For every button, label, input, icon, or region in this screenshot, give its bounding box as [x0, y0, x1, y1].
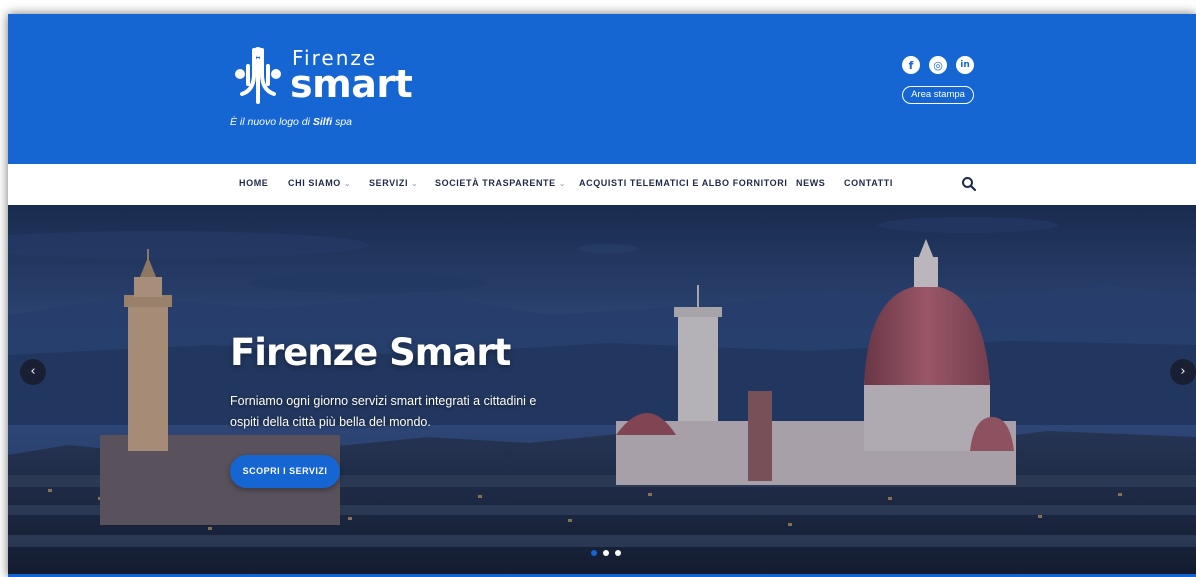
site-logo[interactable]: Firenze smart È il nuovo logo di Silfi s…	[228, 44, 428, 130]
instagram-icon[interactable]: ◎	[929, 56, 947, 74]
discover-services-button[interactable]: SCOPRI I SERVIZI	[230, 455, 340, 488]
nav-label: HOME	[239, 178, 269, 188]
logo-brand-text: smart	[290, 62, 413, 106]
browser-page: Firenze smart È il nuovo logo di Silfi s…	[8, 14, 1196, 577]
main-navigation: HOME CHI SIAMO ⌄ SERVIZI ⌄ SOCIETÀ TRASPAR…	[8, 164, 1196, 205]
press-area-button[interactable]: Area stampa	[902, 86, 974, 104]
chevron-down-icon: ⌄	[558, 179, 567, 188]
chevron-down-icon: ⌄	[411, 179, 419, 188]
nav-item-contatti[interactable]: CONTATTI	[844, 178, 893, 188]
hero-slider: Firenze Smart Forniamo ogni giorno servi…	[8, 205, 1196, 577]
nav-label: SOCIETÀ TRASPARENTE	[435, 178, 556, 188]
slider-dot[interactable]	[591, 550, 597, 556]
slider-dot-active[interactable]	[603, 550, 609, 556]
tagline-company: Silfi	[312, 116, 333, 128]
nav-item-chi-siamo[interactable]: CHI SIAMO ⌄	[288, 178, 351, 188]
search-icon[interactable]	[961, 176, 977, 192]
nav-item-societa-trasparente[interactable]: SOCIETÀ TRASPARENTE ⌄	[435, 178, 566, 188]
nav-item-acquisti-telematici[interactable]: ACQUISTI TELEMATICI E ALBO FORNITORI	[579, 178, 787, 188]
hero-title: Firenze Smart	[230, 331, 511, 374]
logo-tagline: È il nuovo logo di Silfi spa	[230, 116, 353, 128]
nav-label: NEWS	[796, 178, 826, 188]
nav-label: CHI SIAMO	[288, 178, 341, 188]
slider-prev-arrow-icon[interactable]: ‹	[20, 359, 46, 385]
nav-item-servizi[interactable]: SERVIZI ⌄	[369, 178, 418, 188]
nav-item-news[interactable]: NEWS	[796, 178, 825, 188]
florence-skyline-image	[8, 205, 1196, 577]
chevron-down-icon: ⌄	[343, 179, 352, 188]
slider-next-arrow-icon[interactable]: ›	[1170, 359, 1196, 385]
facebook-icon[interactable]: f	[902, 56, 920, 74]
nav-label: ACQUISTI TELEMATICI E ALBO FORNITORI	[579, 178, 788, 188]
nav-item-home[interactable]: HOME	[239, 178, 268, 188]
slider-pagination	[591, 550, 631, 558]
site-header: Firenze smart È il nuovo logo di Silfi s…	[8, 14, 1196, 164]
nav-label: CONTATTI	[844, 178, 893, 188]
firenze-smart-logo-icon	[235, 47, 281, 104]
hero-description: Forniamo ogni giorno servizi smart integ…	[230, 394, 537, 429]
nav-label: SERVIZI	[369, 178, 409, 188]
linkedin-icon[interactable]: in	[956, 56, 974, 74]
slider-dot[interactable]	[615, 550, 621, 556]
